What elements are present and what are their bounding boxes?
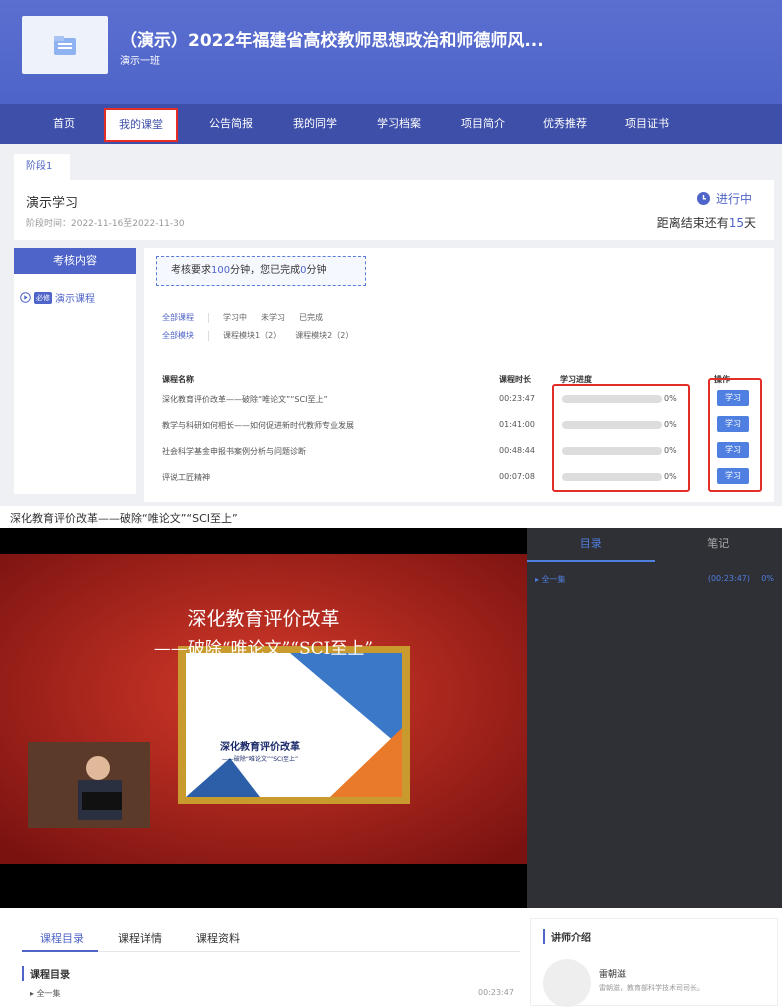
catalog-item-duration: 00:23:47: [478, 988, 514, 997]
class-name: 演示一班: [120, 52, 160, 67]
progress-highlight-box: [552, 384, 690, 492]
course-row-name[interactable]: 教学与科研如何相长——如何促进新时代教师专业发展: [162, 420, 354, 431]
tab-course-materials[interactable]: 课程资料: [196, 930, 240, 946]
lecturer-card: 讲师介绍 雷朝滋 雷朝滋，教育部科学技术司司长。: [530, 918, 778, 1006]
course-row-name[interactable]: 深化教育评价改革——破除“唯论文”“SCI至上”: [162, 394, 328, 405]
remaining-days: 15: [729, 216, 744, 230]
course-row-name[interactable]: 评说工匠精神: [162, 472, 210, 483]
video-title: 深化教育评价改革——破除“唯论文”“SCI至上”: [10, 510, 238, 526]
course-panel: 考核要求100分钟，您已完成0分钟 全部课程 学习中 未学习 已完成 全部模块 课程模块…: [144, 248, 774, 502]
tab-stage-1[interactable]: 阶段1: [14, 154, 70, 180]
assessment-item-label: 演示课程: [55, 290, 95, 305]
required-badge: 必修: [34, 292, 52, 304]
slide-title: 深化教育评价改革: [0, 604, 527, 631]
tab-notes[interactable]: 笔记: [655, 528, 782, 562]
tab-catalog[interactable]: 目录: [527, 528, 655, 562]
tab-course-details[interactable]: 课程详情: [118, 930, 162, 946]
assessment-header: 考核内容: [14, 248, 136, 274]
course-tabs: 课程目录 课程详情 课程资料: [22, 928, 520, 952]
status-filter: 全部课程 学习中 未学习 已完成: [162, 312, 337, 323]
course-row-duration: 00:48:44: [499, 446, 535, 455]
filter-all-modules[interactable]: 全部模块: [162, 331, 194, 340]
episode-label: 全一集: [542, 575, 566, 584]
assessment-panel: 考核内容 必修 演示课程: [14, 248, 136, 494]
episode-row[interactable]: ▸ 全一集 (00:23:47) 0%: [535, 574, 774, 585]
nav-my-classroom[interactable]: 我的课堂: [104, 108, 178, 142]
requirement-box: 考核要求100分钟，您已完成0分钟: [156, 256, 366, 286]
nav-project-intro[interactable]: 项目简介: [448, 104, 518, 144]
player-sidebar: 目录 笔记 ▸ 全一集 (00:23:47) 0%: [527, 528, 782, 908]
nav-home[interactable]: 首页: [40, 104, 88, 144]
nav-study-records[interactable]: 学习档案: [364, 104, 434, 144]
nav-announcements[interactable]: 公告简报: [196, 104, 266, 144]
lecturer-description: 雷朝滋，教育部科学技术司司长。: [599, 983, 704, 993]
course-row-duration: 00:23:47: [499, 394, 535, 403]
course-header: （演示）2022年福建省高校教师思想政治和师德师风... 演示一班: [0, 0, 782, 104]
filter-all-courses[interactable]: 全部课程: [162, 313, 194, 322]
stage-status: 进行中: [697, 190, 752, 207]
filter-module-2[interactable]: 课程模块2（2）: [295, 331, 353, 340]
folder-icon: [52, 33, 78, 57]
video-player[interactable]: 深化教育评价改革 ——破除“唯论文”“SCI至上” 深化教育评价改革 ——破除“…: [0, 528, 527, 908]
stage-header: 演示学习 阶段时间：2022-11-16至2022-11-30 进行中 距离结束…: [14, 180, 774, 240]
active-tab-indicator: [22, 950, 98, 952]
slide-subtitle: ——破除“唯论文”“SCI至上”: [0, 634, 527, 659]
assessment-item[interactable]: 必修 演示课程: [20, 290, 95, 305]
main-nav: 首页 我的课堂 公告简报 我的同学 学习档案 项目简介 优秀推荐 项目证书: [0, 104, 782, 144]
filter-not-started[interactable]: 未学习: [261, 313, 285, 322]
course-row-duration: 01:41:00: [499, 420, 535, 429]
stage-section: 阶段1 演示学习 阶段时间：2022-11-16至2022-11-30 进行中 …: [0, 144, 782, 506]
col-duration: 课程时长: [499, 374, 531, 385]
action-highlight-box: [708, 378, 762, 492]
sidebar-tabs: 目录 笔记: [527, 528, 782, 562]
stage-period: 阶段时间：2022-11-16至2022-11-30: [26, 216, 185, 229]
course-row-name[interactable]: 社会科学基金申报书案例分析与问题诊断: [162, 446, 306, 457]
lecturer-heading: 讲师介绍: [543, 929, 591, 944]
nav-classmates[interactable]: 我的同学: [280, 104, 350, 144]
course-title: （演示）2022年福建省高校教师思想政治和师德师风...: [120, 26, 544, 51]
stage-title: 演示学习: [26, 192, 78, 211]
frame-title: 深化教育评价改革: [190, 738, 330, 753]
course-row-duration: 00:07:08: [499, 472, 535, 481]
catalog-heading: 课程目录: [22, 966, 70, 981]
filter-in-progress[interactable]: 学习中: [223, 313, 247, 322]
avatar: [543, 959, 591, 1007]
nav-certificate[interactable]: 项目证书: [612, 104, 682, 144]
catalog-item[interactable]: ▸ 全一集: [30, 988, 61, 999]
video-frame: [0, 528, 527, 908]
tab-course-catalog[interactable]: 课程目录: [40, 930, 84, 946]
episode-progress: 0%: [761, 574, 774, 583]
filter-completed[interactable]: 已完成: [299, 313, 323, 322]
remaining-time: 距离结束还有15天: [657, 214, 756, 231]
module-filter: 全部模块 课程模块1（2） 课程模块2（2）: [162, 330, 367, 341]
lecturer-name: 雷朝滋: [599, 967, 626, 980]
clock-icon: [697, 192, 710, 205]
col-course-name: 课程名称: [162, 374, 194, 385]
play-circle-icon: [20, 292, 31, 303]
episode-duration: (00:23:47): [708, 574, 750, 583]
filter-module-1[interactable]: 课程模块1（2）: [223, 331, 281, 340]
course-logo: [22, 16, 108, 74]
nav-recommend[interactable]: 优秀推荐: [530, 104, 600, 144]
status-text: 进行中: [716, 190, 752, 207]
frame-subtitle: ——破除“唯论文”“SCI至上”: [190, 754, 330, 763]
